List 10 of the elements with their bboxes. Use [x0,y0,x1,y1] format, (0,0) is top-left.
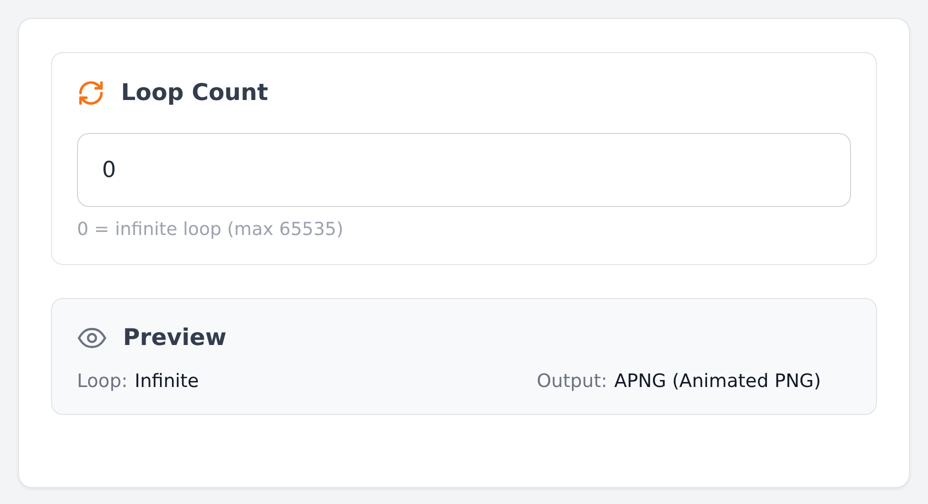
hint-text: 0 = infinite loop (max 65535) [77,219,344,240]
eye-icon [77,327,107,349]
loop-count-field[interactable]: 0 [77,133,851,207]
refresh-icon [77,79,105,107]
section-title: Loop Count [121,80,268,106]
section-title: Preview [123,325,227,351]
preview-value: APNG (Animated PNG) [614,371,821,392]
preview-label: Loop: [77,371,128,392]
preview-label: Output: [536,371,608,392]
preview-value: Infinite [134,371,199,392]
